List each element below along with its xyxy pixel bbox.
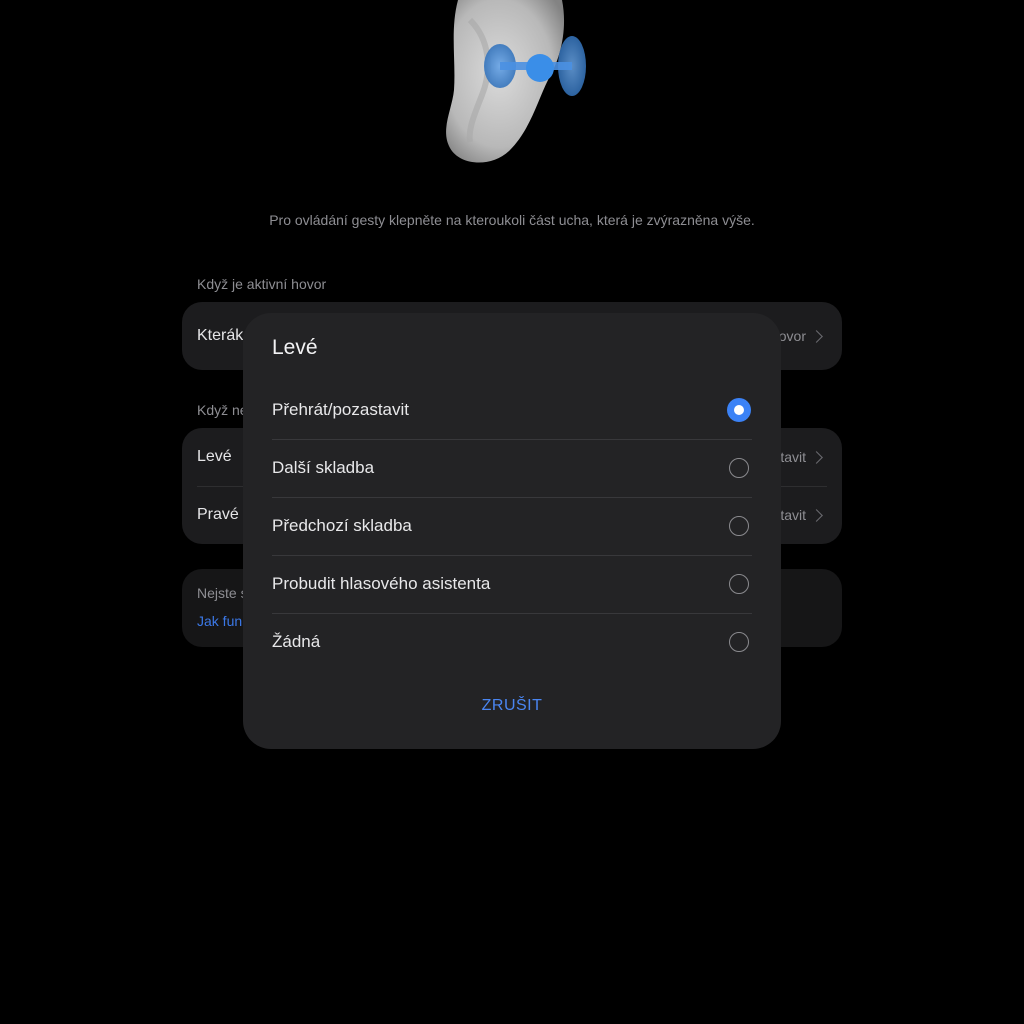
option-label: Probudit hlasového asistenta	[272, 574, 491, 593]
radio-unchecked-icon[interactable]	[729, 632, 749, 652]
option-none[interactable]: Žádná	[272, 613, 752, 671]
dialog-title: Levé	[272, 336, 318, 359]
radio-unchecked-icon[interactable]	[729, 574, 749, 594]
option-previous-track[interactable]: Předchozí skladba	[272, 497, 752, 555]
radio-checked-icon[interactable]	[727, 398, 751, 422]
option-label: Další skladba	[272, 458, 375, 477]
chevron-right-icon	[810, 450, 823, 464]
radio-unchecked-icon[interactable]	[729, 516, 749, 536]
cancel-button[interactable]: ZRUŠIT	[243, 681, 781, 731]
radio-unchecked-icon[interactable]	[729, 458, 749, 478]
option-label: Přehrát/pozastavit	[272, 400, 410, 419]
section-label-no-call: Když ne	[197, 402, 248, 418]
row-value: tavit	[780, 449, 806, 465]
option-play-pause[interactable]: Přehrát/pozastavit	[272, 381, 752, 439]
chevron-right-icon	[810, 508, 823, 522]
dialog-content: Levé Přehrát/pozastavit Další skladba Př…	[243, 0, 781, 1024]
row-value: tavit	[780, 507, 806, 523]
option-list: Přehrát/pozastavit Další skladba Předcho…	[272, 381, 752, 671]
option-voice-assistant[interactable]: Probudit hlasového asistenta	[272, 555, 752, 613]
option-label: Žádná	[272, 632, 321, 651]
screen: Pro ovládání gesty klepněte na kteroukol…	[0, 0, 1024, 1024]
option-label: Předchozí skladba	[272, 516, 412, 535]
option-next-track[interactable]: Další skladba	[272, 439, 752, 497]
chevron-right-icon	[810, 329, 823, 343]
